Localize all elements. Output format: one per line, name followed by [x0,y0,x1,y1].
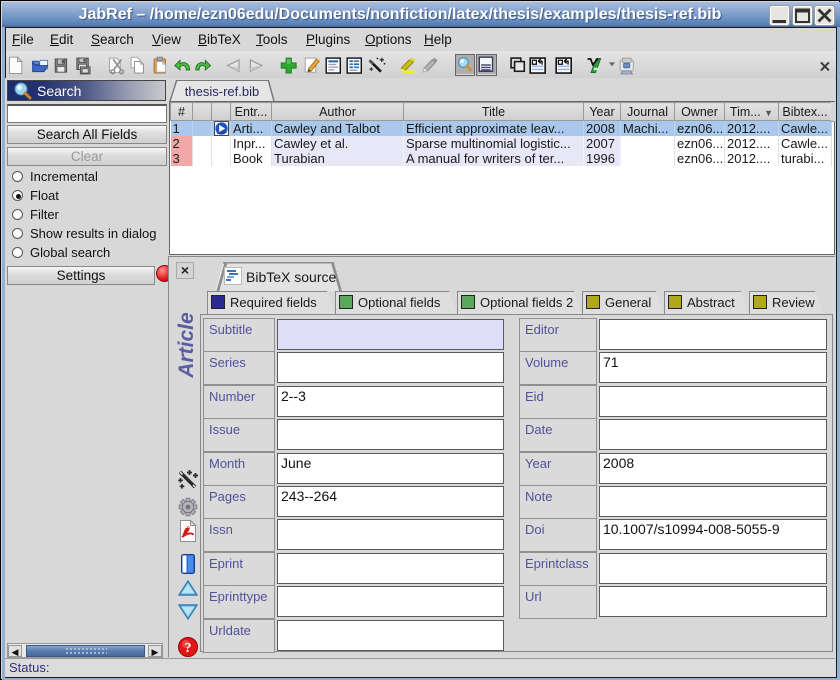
svg-text:?: ? [185,641,192,656]
